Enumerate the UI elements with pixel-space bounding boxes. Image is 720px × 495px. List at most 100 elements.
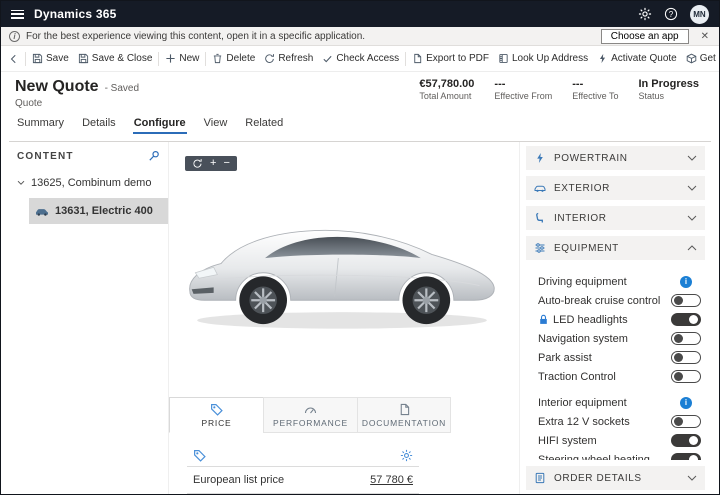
field-effective-from: --- Effective From bbox=[494, 78, 552, 101]
close-icon[interactable]: ✕ bbox=[699, 31, 711, 42]
tree-item-selected[interactable]: 13631, Electric 400 bbox=[29, 198, 168, 224]
cmd-new[interactable]: New bbox=[161, 48, 203, 70]
divider bbox=[405, 52, 406, 66]
toggle-steering-wheel-heating[interactable] bbox=[671, 453, 701, 460]
box-icon bbox=[686, 53, 697, 64]
toggle-traction-control[interactable] bbox=[671, 370, 701, 383]
chevron-down-icon bbox=[17, 180, 25, 186]
viewer-toolbar: + − bbox=[185, 156, 237, 171]
settings-gear-icon[interactable] bbox=[638, 7, 652, 21]
interior-seat-icon bbox=[534, 212, 546, 224]
toggle-hifi-system[interactable] bbox=[671, 434, 701, 447]
cmd-check-access[interactable]: Check Access bbox=[318, 48, 403, 70]
chevron-down-icon bbox=[687, 185, 697, 191]
cmd-delete[interactable]: Delete bbox=[208, 48, 259, 70]
pin-icon[interactable] bbox=[148, 150, 160, 162]
address-book-icon bbox=[498, 53, 509, 64]
tree-item-parent[interactable]: 13625, Combinum demo bbox=[9, 172, 168, 194]
cmd-get-products[interactable]: Get Products bbox=[682, 48, 719, 70]
cmd-lookup-address[interactable]: Look Up Address bbox=[494, 48, 592, 70]
toggle-led-headlights[interactable] bbox=[671, 313, 701, 326]
option-auto-break-cruise-control: Auto-break cruise control bbox=[538, 291, 703, 310]
header-summary: €57,780.00 Total Amount --- Effective Fr… bbox=[419, 78, 705, 101]
avatar[interactable]: MN bbox=[690, 5, 709, 24]
price-row-label: European list price bbox=[193, 474, 284, 486]
zoom-in-button[interactable]: + bbox=[210, 158, 216, 169]
option-park-assist: Park assist bbox=[538, 348, 703, 367]
exterior-car-icon bbox=[534, 182, 546, 194]
tab-details[interactable]: Details bbox=[74, 114, 124, 135]
help-icon[interactable]: ? bbox=[664, 7, 678, 21]
price-row: European list price 57 780 € bbox=[187, 467, 419, 494]
option-traction-control: Traction Control bbox=[538, 367, 703, 386]
section-powertrain[interactable]: POWERTRAIN bbox=[526, 146, 705, 170]
option-navigation-system: Navigation system bbox=[538, 329, 703, 348]
zoom-out-button[interactable]: − bbox=[223, 158, 229, 169]
info-icon[interactable] bbox=[680, 276, 692, 288]
app-title: Dynamics 365 bbox=[34, 7, 116, 21]
toggle-navigation-system[interactable] bbox=[671, 332, 701, 345]
notification-bar: For the best experience viewing this con… bbox=[1, 27, 719, 46]
viewer-tabs: PRICE PERFORMANCE DOCUMENTATION bbox=[169, 397, 515, 433]
info-icon[interactable] bbox=[680, 397, 692, 409]
equipment-sliders-icon bbox=[534, 242, 546, 254]
entity-label: Quote bbox=[15, 98, 139, 109]
tab-related[interactable]: Related bbox=[237, 114, 291, 135]
topbar: Dynamics 365 ? MN bbox=[1, 1, 719, 27]
rotate-icon[interactable] bbox=[192, 158, 203, 169]
cmd-save[interactable]: Save bbox=[28, 48, 73, 70]
cmd-export-pdf[interactable]: Export to PDF bbox=[408, 48, 493, 70]
tab-performance[interactable]: PERFORMANCE bbox=[263, 397, 357, 433]
viewer: + − bbox=[169, 142, 519, 494]
delete-icon bbox=[212, 53, 223, 64]
price-row-value[interactable]: 57 780 € bbox=[370, 474, 413, 486]
toggle-park-assist[interactable] bbox=[671, 351, 701, 364]
cmd-save-close[interactable]: Save & Close bbox=[74, 48, 157, 70]
document-icon bbox=[398, 403, 411, 416]
save-state: - Saved bbox=[105, 83, 139, 94]
gear-icon[interactable] bbox=[400, 449, 413, 462]
price-table: European list price 57 780 € bbox=[187, 445, 419, 494]
choose-app-button[interactable]: Choose an app bbox=[601, 29, 689, 44]
option-led-headlights: LED headlights bbox=[538, 310, 703, 329]
section-equipment[interactable]: EQUIPMENT bbox=[526, 236, 705, 260]
divider bbox=[158, 52, 159, 66]
cmd-activate-quote[interactable]: Activate Quote bbox=[593, 48, 681, 70]
back-button[interactable] bbox=[5, 48, 23, 70]
gauge-icon bbox=[304, 403, 317, 416]
divider bbox=[205, 52, 206, 66]
cmd-refresh[interactable]: Refresh bbox=[260, 48, 317, 70]
option-steering-wheel-heating: Steering wheel heating bbox=[538, 450, 703, 460]
lightning-icon bbox=[597, 53, 608, 64]
record-header: New Quote - Saved Quote €57,780.00 Total… bbox=[1, 72, 719, 111]
back-icon bbox=[9, 53, 19, 65]
tab-view[interactable]: View bbox=[196, 114, 236, 135]
tag-icon bbox=[193, 449, 206, 462]
chevron-up-icon bbox=[687, 245, 697, 251]
toggle-extra-12v-sockets[interactable] bbox=[671, 415, 701, 428]
tab-configure[interactable]: Configure bbox=[126, 114, 194, 135]
car-render-svg bbox=[177, 200, 507, 340]
tab-price[interactable]: PRICE bbox=[169, 397, 263, 433]
app-window: Dynamics 365 ? MN For the best experienc… bbox=[0, 0, 720, 495]
group-interior-equipment: Interior equipment bbox=[538, 393, 703, 412]
svg-text:?: ? bbox=[669, 10, 674, 19]
config-panel: POWERTRAIN EXTERIOR INTERIOR EQUIPMENT bbox=[519, 142, 711, 494]
field-status: In Progress Status bbox=[638, 78, 699, 101]
menu-icon[interactable] bbox=[11, 10, 24, 19]
section-exterior[interactable]: EXTERIOR bbox=[526, 176, 705, 200]
section-order-details[interactable]: ORDER DETAILS bbox=[526, 466, 705, 490]
chevron-down-icon bbox=[687, 155, 697, 161]
field-effective-to: --- Effective To bbox=[572, 78, 618, 101]
content-panel-title: CONTENT bbox=[17, 151, 74, 162]
content-panel: CONTENT 13625, Combinum demo 13631, Elec… bbox=[9, 142, 169, 494]
tab-summary[interactable]: Summary bbox=[9, 114, 72, 135]
group-driving-equipment: Driving equipment bbox=[538, 272, 703, 291]
equipment-options: Driving equipment Auto-break cruise cont… bbox=[526, 266, 705, 460]
toggle-auto-break-cruise-control[interactable] bbox=[671, 294, 701, 307]
rear-wheel bbox=[403, 276, 451, 324]
tab-documentation[interactable]: DOCUMENTATION bbox=[357, 397, 451, 433]
option-extra-12v-sockets: Extra 12 V sockets bbox=[538, 412, 703, 431]
section-interior[interactable]: INTERIOR bbox=[526, 206, 705, 230]
command-bar: Save Save & Close New Delete Refresh Che… bbox=[1, 46, 719, 72]
